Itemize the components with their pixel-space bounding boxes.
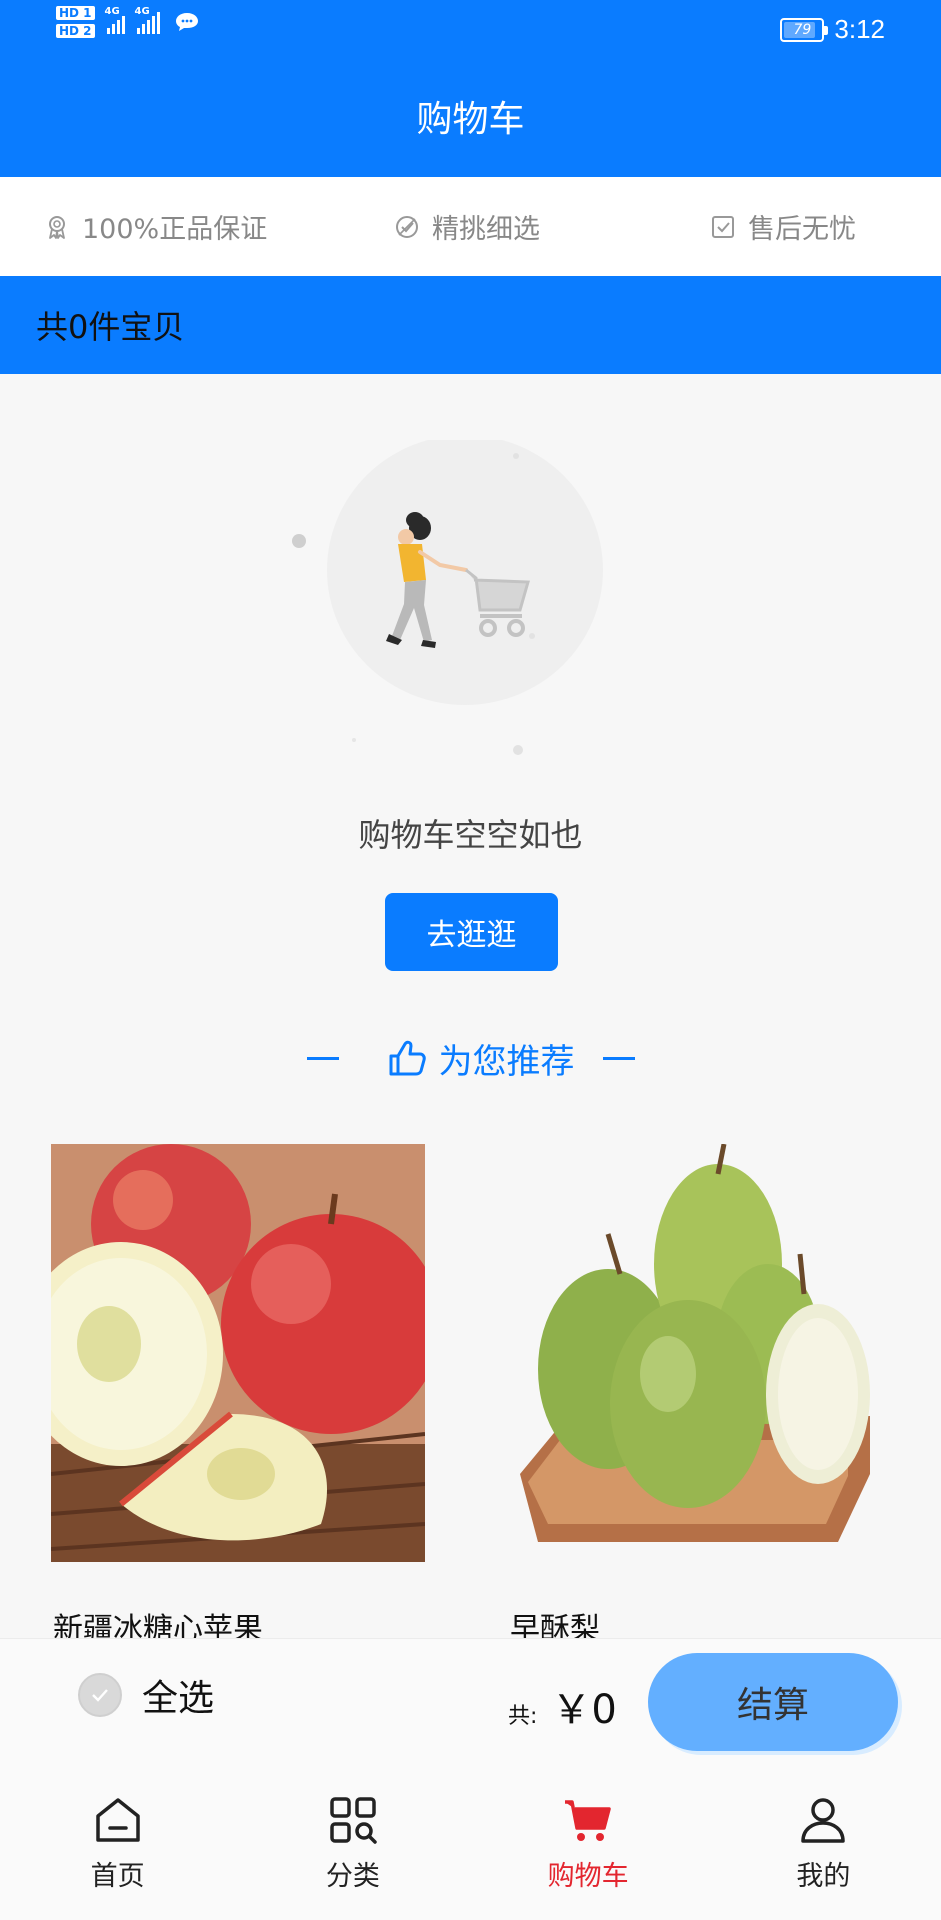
status-right: 79 3:12 (780, 14, 885, 45)
product-card[interactable]: 新疆冰糖心苹果 (19, 1144, 441, 1647)
cart-icon (565, 1799, 611, 1841)
hd2-badge: HD 2 (56, 24, 95, 38)
empty-cart-message: 购物车空空如也 (358, 816, 583, 854)
tab-category[interactable]: 分类 (235, 1766, 470, 1920)
go-shopping-button[interactable]: 去逛逛 (385, 893, 558, 971)
tab-label: 首页 (90, 1860, 145, 1892)
recommend-header: 为您推荐 (0, 1030, 941, 1086)
guarantee-label: 售后无忧 (748, 214, 856, 245)
guarantee-label: 100%正品保证 (82, 214, 268, 245)
total-label: 共: (508, 1704, 538, 1729)
page-title: 购物车 (416, 98, 525, 140)
tab-label: 我的 (796, 1860, 851, 1892)
category-grid-icon (330, 1796, 377, 1844)
select-all[interactable]: 全选 (78, 1669, 214, 1721)
recommend-title: 为您推荐 (438, 1041, 575, 1082)
status-left: HD 1 HD 2 4G 4G (56, 6, 200, 38)
woman-pushing-cart-illustration (292, 440, 603, 755)
tab-profile[interactable]: 我的 (706, 1766, 941, 1920)
home-icon (95, 1797, 140, 1842)
tab-cart[interactable]: 购物车 (471, 1766, 706, 1920)
medal-icon (49, 215, 65, 239)
divider-right (602, 1056, 635, 1060)
checkout-bar: 全选 共: ￥0 结算 (0, 1638, 941, 1766)
select-all-label: 全选 (142, 1678, 215, 1719)
tab-bar: 首页 分类 购物车 我的 (0, 1766, 941, 1920)
checkbox-icon (712, 215, 734, 238)
product-card[interactable]: 早酥梨 (508, 1143, 882, 1647)
badge-check-icon (396, 215, 418, 238)
guarantee-selected: 精挑细选 (394, 177, 540, 276)
hd1-badge: HD 1 (56, 6, 95, 20)
battery-icon: 79 (780, 17, 829, 42)
clock: 3:12 (834, 14, 885, 44)
guarantee-label: 精挑细选 (432, 214, 540, 245)
total-value: ￥0 (551, 1687, 617, 1733)
apples-photo (19, 1144, 441, 1562)
select-all-checkbox[interactable] (78, 1673, 122, 1717)
message-icon (175, 13, 198, 31)
check-icon (92, 1689, 108, 1702)
cart-count: 共0件宝贝 (36, 308, 185, 346)
tab-home[interactable]: 首页 (0, 1766, 235, 1920)
total-amount: 共: ￥0 (508, 1677, 617, 1735)
signal-icon-2: 4G (135, 6, 160, 34)
network-label-2: 4G (134, 6, 150, 17)
signal-icon: 4G (105, 6, 125, 34)
network-label-1: 4G (104, 6, 120, 17)
tab-label: 购物车 (547, 1860, 629, 1892)
tab-label: 分类 (325, 1860, 380, 1892)
guarantee-authentic: 100%正品保证 (44, 177, 267, 276)
status-bar: HD 1 HD 2 4G 4G 79 3:12 (0, 0, 941, 60)
user-icon (801, 1797, 846, 1843)
guarantee-aftersale: 售后无忧 (710, 177, 856, 276)
pears-photo (508, 1143, 882, 1562)
nav-bar: 购物车 (0, 60, 941, 177)
cart-count-bar: 共0件宝贝 (0, 276, 941, 374)
checkout-button[interactable]: 结算 (648, 1653, 898, 1751)
guarantee-bar: 100%正品保证 精挑细选 售后无忧 (0, 177, 941, 276)
thumbs-up-icon (389, 1040, 426, 1076)
divider-left (306, 1056, 339, 1060)
